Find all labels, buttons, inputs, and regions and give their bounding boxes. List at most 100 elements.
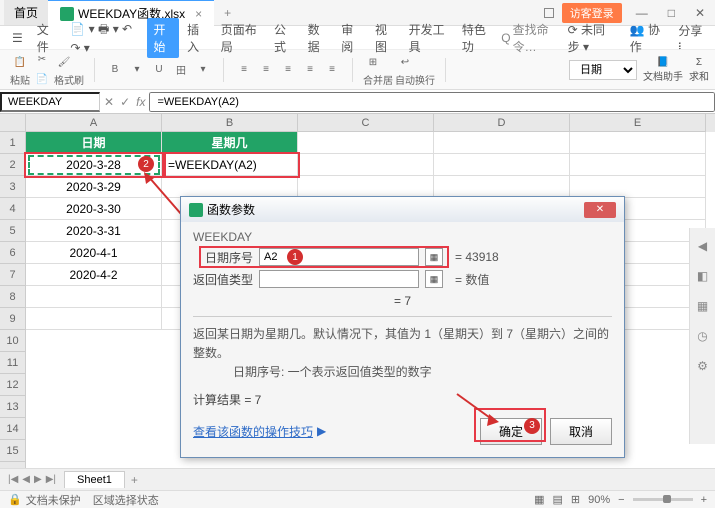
row-header[interactable]: 9 [0,308,26,330]
row-header[interactable]: 1 [0,132,26,154]
row-header[interactable]: 8 [0,286,26,308]
row-header[interactable]: 13 [0,396,26,418]
align-left[interactable]: ≡ [278,60,298,80]
row-header[interactable]: 12 [0,374,26,396]
cell[interactable] [434,154,570,176]
tab-start[interactable]: 开始 [147,18,179,58]
cell[interactable] [434,176,570,198]
panel-analysis-icon[interactable]: ▦ [695,298,711,314]
fill-color-button[interactable]: ▾ [193,60,213,80]
cell[interactable] [570,176,706,198]
cancel-formula-icon[interactable]: ✕ [104,95,114,109]
cell-b1[interactable]: 星期几 [162,132,298,154]
row-header[interactable]: 7 [0,264,26,286]
cell[interactable] [298,132,434,154]
app-menu-button[interactable]: ☰ [6,28,29,48]
underline-button[interactable]: U [149,60,169,80]
view-break-icon[interactable]: ⊞ [571,493,580,506]
align-center[interactable]: ≡ [300,60,320,80]
sync-status[interactable]: ⟳ 未同步 ▾ [562,18,622,58]
param2-ref-button[interactable]: ▦ [425,270,443,288]
row-header[interactable]: 14 [0,418,26,440]
row-header[interactable]: 3 [0,176,26,198]
zoom-thumb[interactable] [663,495,671,503]
copy-button[interactable]: 📄 [32,70,52,90]
param2-input[interactable] [259,270,419,288]
param1-ref-button[interactable]: ▦ [425,248,443,266]
row-header[interactable]: 11 [0,352,26,374]
add-sheet-button[interactable]: + [131,473,138,487]
bold-button[interactable]: B [105,60,125,80]
panel-backup-icon[interactable]: ◷ [695,328,711,344]
row-header[interactable]: 15 [0,440,26,462]
align-mid[interactable]: ≡ [256,60,276,80]
dialog-titlebar[interactable]: 函数参数 ✕ [181,197,624,222]
cut-button[interactable]: ✂ [32,50,52,70]
sheet-nav-first[interactable]: |◀ [8,474,18,485]
panel-style-icon[interactable]: ◧ [695,268,711,284]
sheet-nav-prev[interactable]: ◀ [22,474,30,485]
format-painter-button[interactable]: 🖌 [54,52,74,72]
border-button[interactable]: 田 [171,60,191,80]
param1-input[interactable] [259,248,419,266]
window-mode-icon[interactable] [544,8,554,18]
cell[interactable] [26,308,162,330]
sheet-nav-next[interactable]: ▶ [34,474,42,485]
wrap-button[interactable]: ↩ [395,52,415,72]
tab-formula[interactable]: 公式 [268,18,300,58]
cell-a1[interactable]: 日期 [26,132,162,154]
zoom-slider[interactable] [633,498,693,501]
sheet-tab-1[interactable]: Sheet1 [64,471,125,488]
row-header[interactable]: 10 [0,330,26,352]
number-format-select[interactable]: 日期 [569,60,637,80]
view-normal-icon[interactable]: ▦ [534,493,544,506]
name-box[interactable] [0,92,100,112]
italic-button[interactable]: ▾ [127,60,147,80]
panel-settings-icon[interactable]: ⚙ [695,358,711,374]
cell[interactable] [298,176,434,198]
tab-special[interactable]: 特色功 [456,18,497,58]
help-link[interactable]: 查看该函数的操作技巧 [193,423,313,440]
cell[interactable] [570,132,706,154]
fx-icon[interactable]: fx [136,95,145,109]
command-search[interactable]: Q 查找命令… [501,21,559,55]
cell[interactable] [570,154,706,176]
paste-button[interactable]: 📋 [10,52,30,72]
align-top[interactable]: ≡ [234,60,254,80]
sum-button[interactable]: Σ 求和 [689,57,709,83]
cancel-button[interactable]: 取消 [550,418,612,445]
cell-a6[interactable]: 2020-4-1 [26,242,162,264]
row-header[interactable]: 5 [0,220,26,242]
dialog-close-button[interactable]: ✕ [584,202,616,218]
cell[interactable] [26,286,162,308]
select-all-corner[interactable] [0,114,26,132]
collab-button[interactable]: 👥 协作 [624,18,671,58]
col-header[interactable]: E [570,114,706,132]
view-page-icon[interactable]: ▤ [552,493,562,506]
doc-assist-button[interactable]: 📘 文档助手 [643,57,683,83]
row-header[interactable]: 6 [0,242,26,264]
zoom-in-button[interactable]: + [701,494,707,506]
sheet-nav-last[interactable]: ▶| [46,474,56,485]
col-header[interactable]: A [26,114,162,132]
align-right[interactable]: ≡ [322,60,342,80]
accept-formula-icon[interactable]: ✓ [120,95,130,109]
cell[interactable] [434,132,570,154]
tab-insert[interactable]: 插入 [181,18,213,58]
row-header[interactable]: 4 [0,198,26,220]
zoom-level[interactable]: 90% [588,494,610,506]
col-header[interactable]: D [434,114,570,132]
merge-button[interactable]: ⊞ [363,52,383,72]
tab-data[interactable]: 数据 [302,18,334,58]
share-button[interactable]: 分享 ፧ [672,19,709,57]
row-header[interactable]: 2 [0,154,26,176]
zoom-out-button[interactable]: − [618,494,624,506]
col-header[interactable]: B [162,114,298,132]
col-header[interactable]: C [298,114,434,132]
cell[interactable] [298,154,434,176]
panel-toggle-icon[interactable]: ◀ [695,238,711,254]
tab-layout[interactable]: 页面布局 [215,18,266,58]
formula-input[interactable] [149,92,715,112]
cell-a7[interactable]: 2020-4-2 [26,264,162,286]
help-play-icon[interactable]: ▶ [317,424,326,438]
